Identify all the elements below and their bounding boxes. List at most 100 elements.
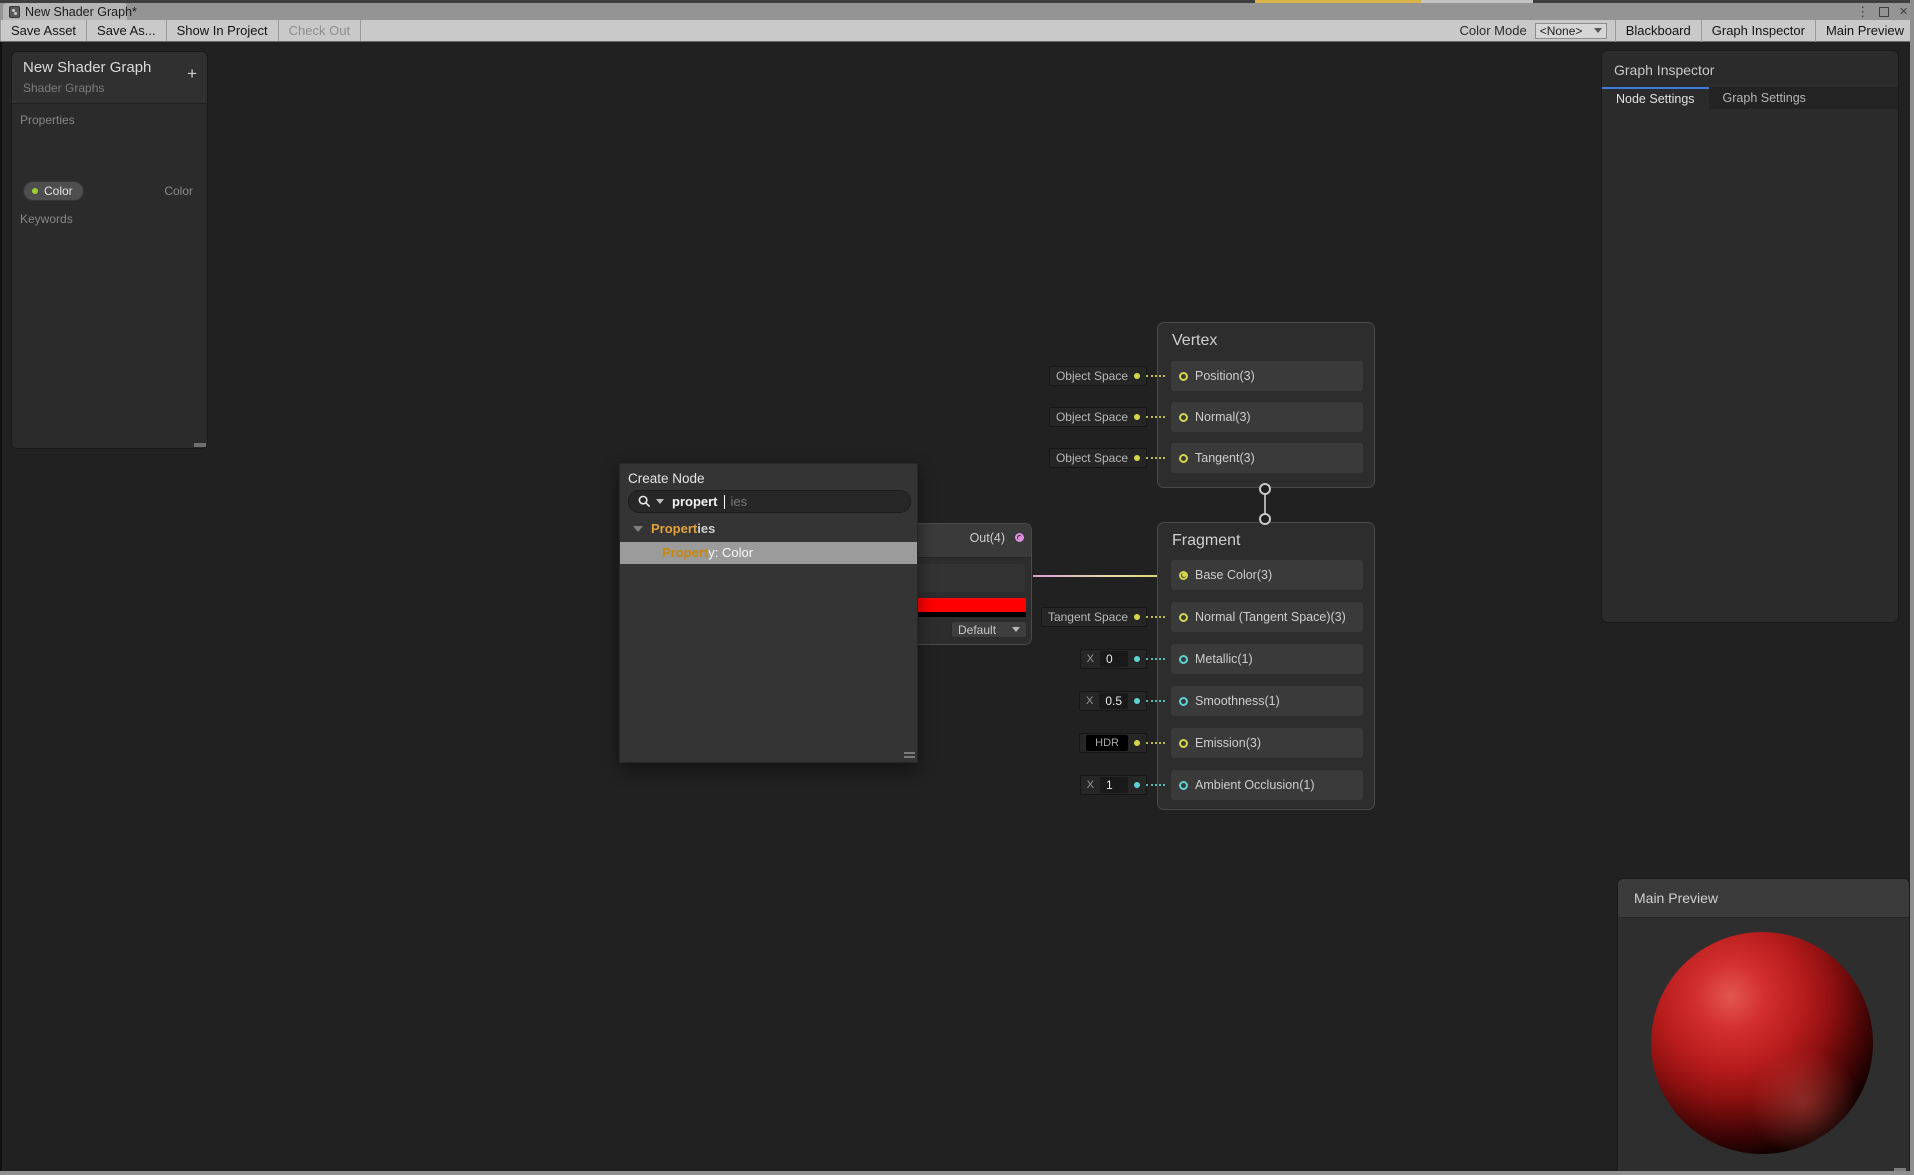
port-label: Normal(3) <box>1195 410 1251 424</box>
port-dot-icon <box>1134 373 1140 379</box>
input-port[interactable] <box>1179 371 1188 381</box>
port-label: Position(3) <box>1195 369 1255 383</box>
port-control[interactable]: X 0.5 <box>1078 691 1147 711</box>
window-tab-strip: New Shader Graph* ⋮ × <box>0 3 1914 20</box>
input-port[interactable] <box>1179 696 1188 706</box>
input-port[interactable] <box>1179 412 1188 422</box>
color-mode-select[interactable]: <None> <box>1534 22 1607 39</box>
toolbar: Save Asset Save As... Show In Project Check… <box>0 19 1914 42</box>
property-pill-color[interactable]: Color <box>23 181 84 201</box>
field-value-input[interactable]: 1 <box>1100 777 1128 793</box>
window-bottom-border <box>0 1171 1914 1175</box>
space-badge-label: Object Space <box>1055 451 1128 465</box>
blackboard-subtitle: Shader Graphs <box>23 81 105 95</box>
port-control[interactable]: Tangent Space <box>1040 607 1147 627</box>
fragment-context-node[interactable]: Fragment Base Color(3) Tangent Space Norma… <box>1040 522 1375 810</box>
chevron-down-icon <box>1593 28 1602 33</box>
context-connector-bottom-port[interactable] <box>1259 513 1271 525</box>
preview-sphere[interactable] <box>1651 932 1873 1154</box>
port-control[interactable]: X1 <box>1079 775 1147 795</box>
tab-node-settings[interactable]: Node Settings <box>1602 87 1709 109</box>
node-row: Base Color(3) <box>1171 560 1363 590</box>
port-label: Smoothness(1) <box>1195 694 1280 708</box>
toolbar-button-show-in-project[interactable]: Show In Project <box>167 20 278 41</box>
field-x-label: X <box>1085 695 1094 707</box>
port-connector-dash <box>1146 784 1165 786</box>
search-icon <box>638 495 651 508</box>
input-port[interactable] <box>1179 780 1188 790</box>
vertex-context-node[interactable]: Vertex Object Space Position(3) Object Spa… <box>1048 322 1375 488</box>
toolbar-button-graph-inspector[interactable]: Graph Inspector <box>1702 23 1815 38</box>
category-match-text: Propert <box>651 521 698 536</box>
blackboard-resize-handle[interactable] <box>194 443 206 447</box>
node-slot[interactable]: Emission(3) <box>1171 728 1363 758</box>
toolbar-button-blackboard[interactable]: Blackboard <box>1616 23 1701 38</box>
search-filter-chevron-icon[interactable] <box>656 499 664 504</box>
input-port[interactable] <box>1179 453 1188 463</box>
field-x-label: X <box>1086 779 1094 791</box>
add-property-button[interactable]: + <box>187 65 197 82</box>
dialog-resize-handle[interactable] <box>904 752 915 758</box>
toolbar-right-group: Color Mode <None> Blackboard Graph Inspec… <box>1460 19 1914 42</box>
toolbar-button-save-asset[interactable]: Save Asset <box>1 20 86 41</box>
input-port[interactable] <box>1179 612 1188 622</box>
port-connector-dash <box>1146 700 1165 702</box>
field-value-input[interactable]: 0.5 <box>1099 693 1128 709</box>
port-dot-icon <box>1134 740 1140 746</box>
port-control[interactable]: X0 <box>1079 649 1147 669</box>
node-slot[interactable]: Normal(3) <box>1171 402 1363 432</box>
node-slot[interactable]: Metallic(1) <box>1171 644 1363 674</box>
color-mode-value: <None> <box>1539 23 1583 38</box>
node-row: X 0.5 Smoothness(1) <box>1078 686 1363 716</box>
port-label: Metallic(1) <box>1195 652 1253 666</box>
port-connector-dash <box>1146 375 1165 377</box>
window-menu-icon[interactable]: ⋮ <box>1856 3 1869 20</box>
input-port[interactable] <box>1179 570 1188 580</box>
port-control[interactable]: Object Space <box>1048 407 1147 427</box>
result-property-color[interactable]: Property: Color <box>620 542 917 564</box>
input-port[interactable] <box>1179 738 1188 748</box>
results-category-properties[interactable]: Properties <box>620 518 917 540</box>
port-label: Tangent(3) <box>1195 451 1255 465</box>
category-rest-text: ies <box>697 521 716 536</box>
port-dot-icon <box>1134 455 1140 461</box>
port-control[interactable]: Object Space <box>1048 448 1147 468</box>
node-slot[interactable]: Smoothness(1) <box>1171 686 1363 716</box>
main-preview-title: Main Preview <box>1634 890 1719 906</box>
create-node-dialog: Create Node propert ies Properties Prope… <box>619 463 918 763</box>
node-slot[interactable]: Normal (Tangent Space)(3) <box>1171 602 1363 632</box>
tab-graph-settings[interactable]: Graph Settings <box>1709 87 1820 109</box>
node-slot[interactable]: Tangent(3) <box>1171 443 1363 473</box>
port-control[interactable]: Object Space <box>1048 366 1147 386</box>
window-close-icon[interactable]: × <box>1899 3 1908 20</box>
fragment-node-title: Fragment <box>1172 532 1241 549</box>
toolbar-button-save-as[interactable]: Save As... <box>87 20 166 41</box>
space-badge-label: Object Space <box>1055 369 1128 383</box>
category-collapse-triangle-icon[interactable] <box>633 526 643 532</box>
space-badge-label: Object Space <box>1055 410 1128 424</box>
port-label: Ambient Occlusion(1) <box>1195 778 1315 792</box>
node-slot[interactable]: Position(3) <box>1171 361 1363 391</box>
toolbar-left-group: Save Asset Save As... Show In Project Check… <box>0 20 362 41</box>
main-preview-panel: Main Preview <box>1617 878 1910 1175</box>
node-row: X 0 Metallic(1) <box>1079 644 1363 674</box>
node-slot[interactable]: Ambient Occlusion(1) <box>1171 770 1363 800</box>
toolbar-button-main-preview[interactable]: Main Preview <box>1816 23 1914 38</box>
context-connector-top-port[interactable] <box>1259 483 1271 495</box>
node-slot[interactable]: Base Color(3) <box>1171 560 1363 590</box>
input-port[interactable] <box>1179 654 1188 664</box>
window-restore-icon[interactable] <box>1879 6 1890 17</box>
graph-inspector-title: Graph Inspector <box>1614 62 1715 78</box>
hdr-color-swatch[interactable]: HDR <box>1086 735 1128 751</box>
out-port[interactable] <box>1015 533 1024 542</box>
document-tab[interactable]: New Shader Graph* <box>3 3 137 20</box>
create-node-search-input[interactable]: propert ies <box>628 490 911 513</box>
port-dot-icon <box>1134 614 1140 620</box>
field-value-input[interactable]: 0 <box>1100 651 1128 667</box>
main-preview-header[interactable]: Main Preview <box>1618 879 1909 918</box>
port-control[interactable]: HDR <box>1079 733 1147 753</box>
toolbar-button-check-out: Check Out <box>279 20 360 41</box>
port-label: Normal (Tangent Space)(3) <box>1195 610 1346 624</box>
color-mode-dropdown[interactable]: Default <box>951 621 1027 638</box>
window-controls: ⋮ × <box>1856 3 1908 20</box>
